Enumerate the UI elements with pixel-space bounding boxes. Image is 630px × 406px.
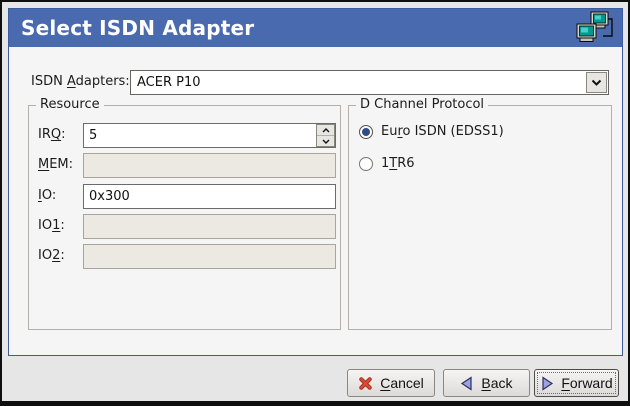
forward-button[interactable]: Forward — [534, 369, 619, 397]
io2-label: IO2: — [38, 248, 65, 263]
dchannel-group: D Channel Protocol Euro ISDN (EDSS1) 1TR… — [348, 105, 612, 330]
chevron-down-icon — [591, 79, 602, 86]
back-arrow-icon — [460, 376, 474, 391]
cancel-button[interactable]: Cancel — [347, 369, 435, 397]
combobox-value: ACER P10 — [131, 75, 608, 90]
network-computers-icon — [576, 11, 614, 45]
irq-spinner — [316, 124, 335, 147]
spin-up-button[interactable] — [317, 125, 334, 136]
radio-button-icon[interactable] — [359, 157, 373, 171]
mem-label: MEM: — [38, 157, 73, 172]
io1-label: IO1: — [38, 218, 65, 233]
dchannel-group-title: D Channel Protocol — [356, 97, 488, 112]
title-bar: Select ISDN Adapter — [9, 9, 622, 47]
io2-input — [83, 244, 336, 269]
combobox-dropdown-button[interactable] — [586, 72, 607, 93]
resource-group-title: Resource — [36, 97, 104, 112]
radio-1tr6-label: 1TR6 — [381, 156, 415, 171]
radio-euro-isdn-label: Euro ISDN (EDSS1) — [381, 124, 504, 139]
forward-button-label: Forward — [561, 375, 612, 391]
mem-input — [83, 153, 336, 178]
radio-1tr6[interactable]: 1TR6 — [359, 156, 415, 171]
isdn-adapter-combobox[interactable]: ACER P10 — [130, 70, 609, 95]
io-input[interactable] — [83, 184, 336, 209]
spin-down-button[interactable] — [317, 136, 334, 146]
dialog-background: Select ISDN Adapter — [2, 2, 628, 401]
forward-arrow-icon — [540, 376, 554, 391]
irq-spin-field — [83, 123, 336, 148]
caret-down-icon — [322, 139, 330, 144]
cancel-button-label: Cancel — [380, 375, 424, 391]
dialog-content: ISDN Adapters: ACER P10 Resource IRQ: — [9, 47, 622, 355]
io1-input — [83, 214, 336, 239]
page-title: Select ISDN Adapter — [21, 16, 254, 40]
irq-input[interactable] — [83, 123, 336, 148]
caret-up-icon — [322, 128, 330, 133]
wizard-panel: Select ISDN Adapter — [8, 8, 623, 356]
back-button[interactable]: Back — [443, 369, 530, 397]
dialog-window: Select ISDN Adapter — [0, 0, 630, 406]
io-label: IO: — [38, 188, 56, 203]
back-button-label: Back — [481, 375, 512, 391]
resource-group: Resource IRQ: — [28, 105, 341, 330]
cancel-x-icon — [358, 376, 373, 391]
radio-button-icon[interactable] — [359, 125, 373, 139]
irq-label: IRQ: — [38, 127, 66, 142]
radio-euro-isdn[interactable]: Euro ISDN (EDSS1) — [359, 124, 504, 139]
isdn-adapters-label: ISDN Adapters: — [31, 74, 130, 89]
